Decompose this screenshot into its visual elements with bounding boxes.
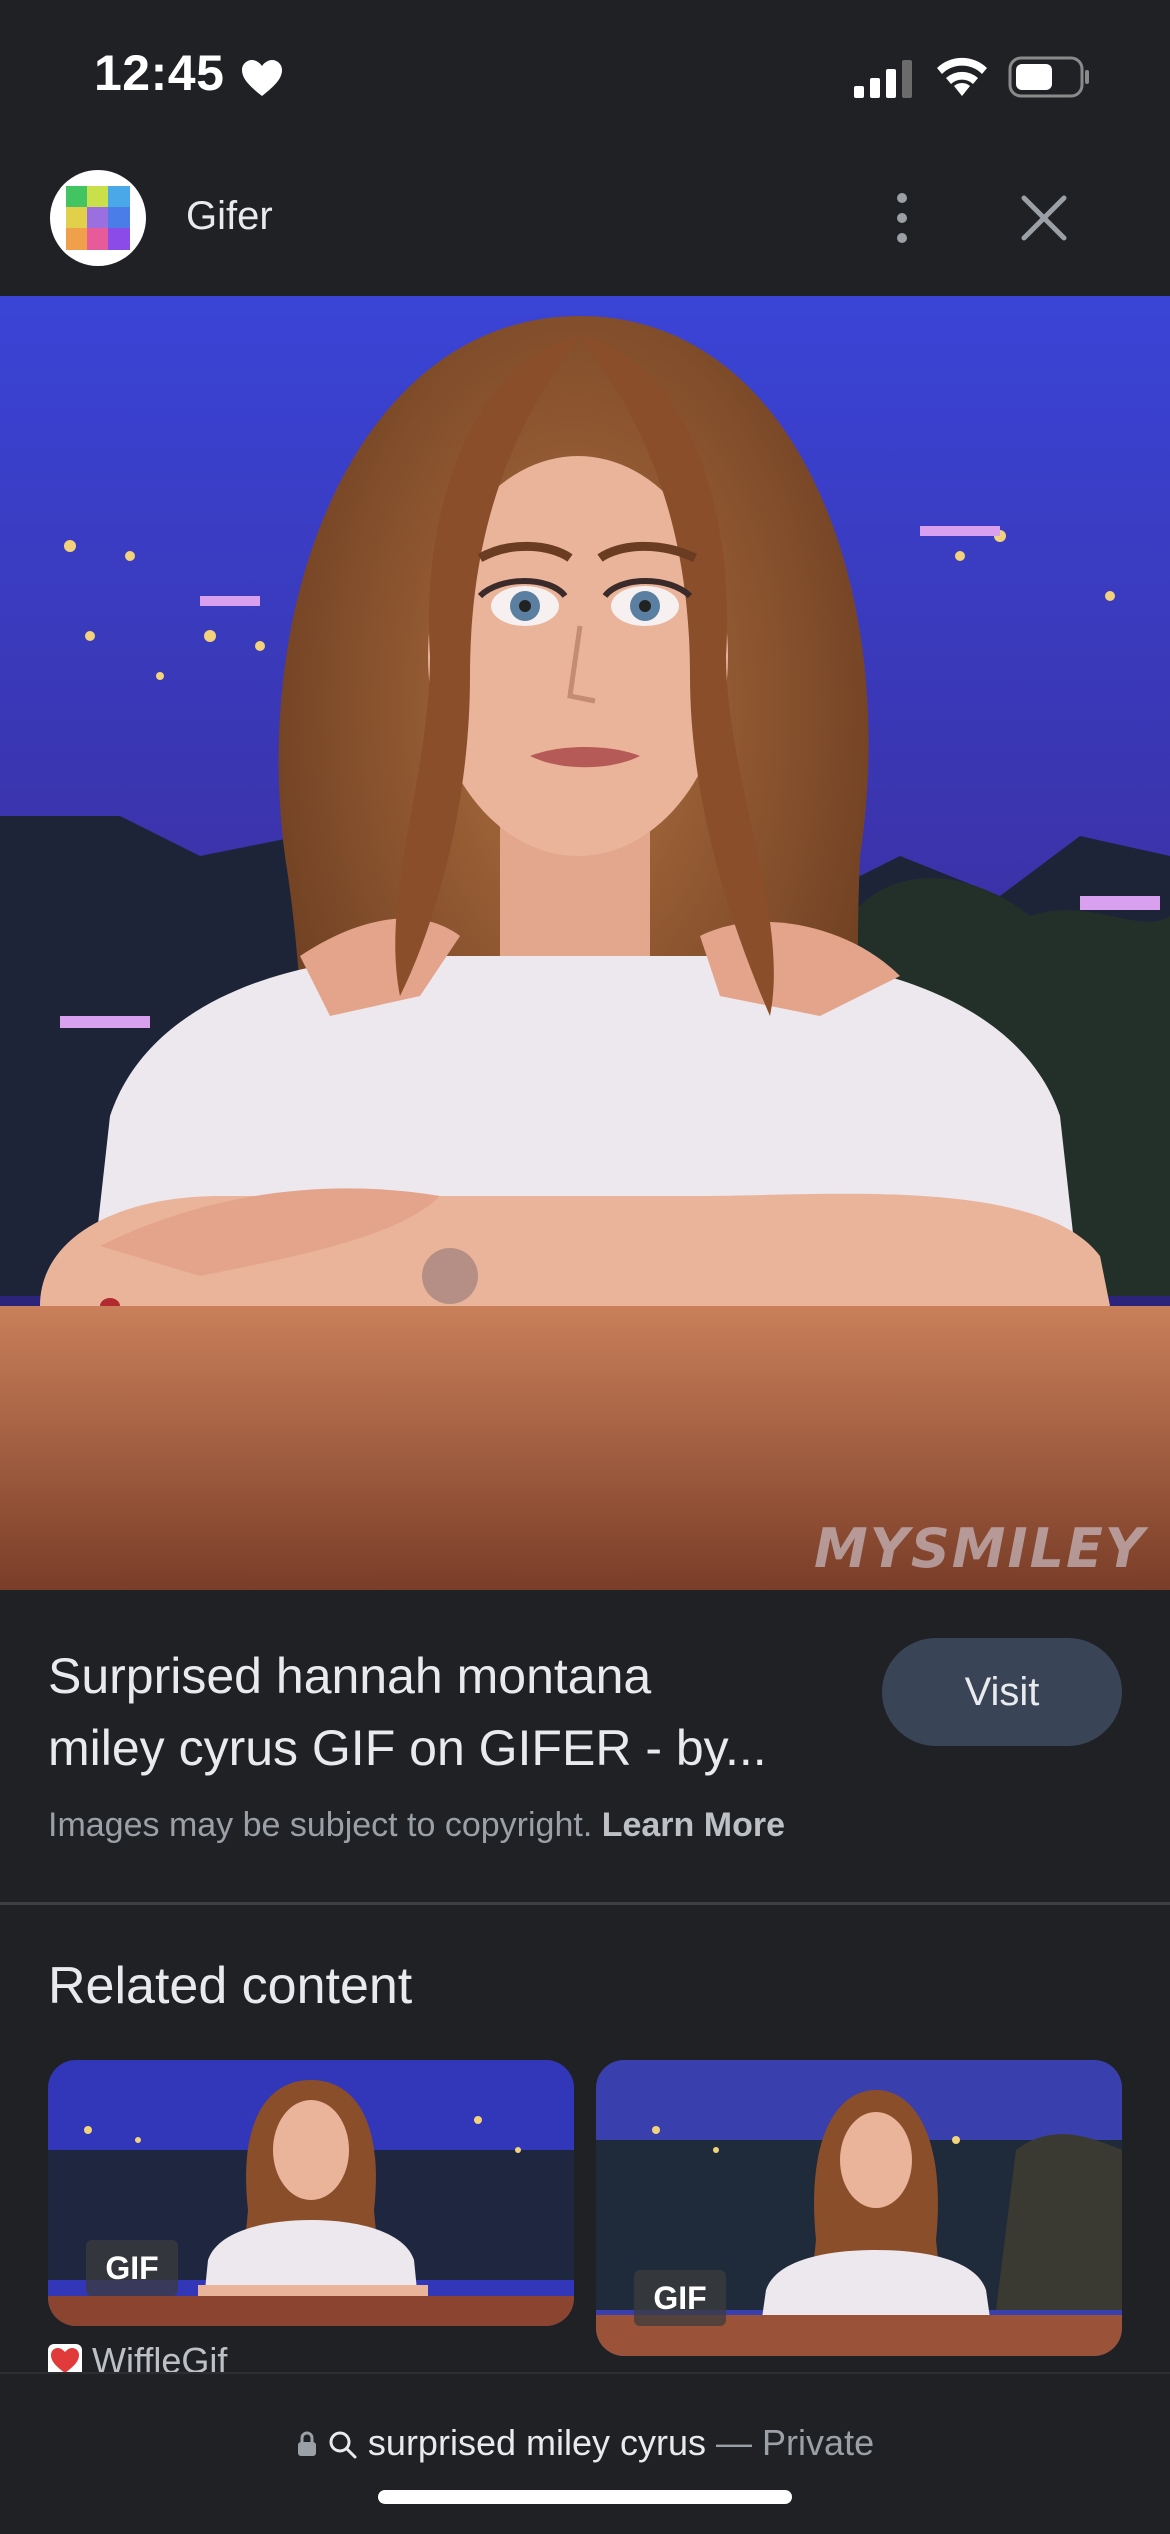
result-header: Gifer [0, 150, 1170, 296]
more-options-icon[interactable] [880, 188, 924, 248]
site-name[interactable]: Gifer [186, 194, 273, 239]
heart-icon [242, 60, 282, 96]
status-bar: 12:45 [0, 0, 1170, 150]
status-time: 12:45 [94, 45, 225, 101]
gif-badge: GIF [634, 2270, 726, 2326]
copyright-notice: Images may be subject to copyright. Lear… [48, 1806, 785, 1845]
lock-icon [297, 2431, 316, 2456]
result-info: Surprised hannah montana miley cyrus GIF… [0, 1590, 1170, 1902]
browser-bottom-bar[interactable]: surprised miley cyrus — Private [0, 2372, 1170, 2534]
main-image[interactable]: MYSMILEY [0, 296, 1170, 1590]
battery-icon [1008, 56, 1089, 98]
main-photo [0, 296, 1170, 1590]
query-separator: — [716, 2422, 753, 2463]
gif-badge: GIF [86, 2240, 178, 2296]
image-watermark: MYSMILEY [814, 1517, 1146, 1580]
cellular-signal-icon [854, 60, 912, 98]
result-title-line-1: Surprised hannah montana [48, 1648, 652, 1704]
learn-more-link[interactable]: Learn More [602, 1806, 785, 1844]
related-item[interactable]: GIF [596, 2060, 1122, 2356]
section-divider [0, 1902, 1170, 1905]
search-query: surprised miley cyrus [367, 2422, 707, 2463]
close-icon[interactable] [1016, 190, 1072, 246]
private-mode-label: Private [762, 2422, 875, 2463]
visit-button[interactable]: Visit [882, 1638, 1122, 1746]
related-item[interactable]: GIF [48, 2060, 574, 2326]
home-indicator[interactable] [378, 2490, 792, 2504]
gifer-logo-icon [66, 186, 130, 250]
result-title[interactable]: Surprised hannah montana miley cyrus GIF… [48, 1640, 848, 1784]
site-logo[interactable] [50, 170, 146, 266]
wifi-icon [937, 57, 987, 96]
related-content-heading: Related content [48, 1957, 413, 2015]
result-title-line-2: miley cyrus GIF on GIFER - by... [48, 1720, 767, 1776]
search-icon [329, 2431, 357, 2459]
copyright-text: Images may be subject to copyright. [48, 1806, 593, 1844]
address-bar[interactable]: surprised miley cyrus — Private [0, 2422, 1170, 2464]
